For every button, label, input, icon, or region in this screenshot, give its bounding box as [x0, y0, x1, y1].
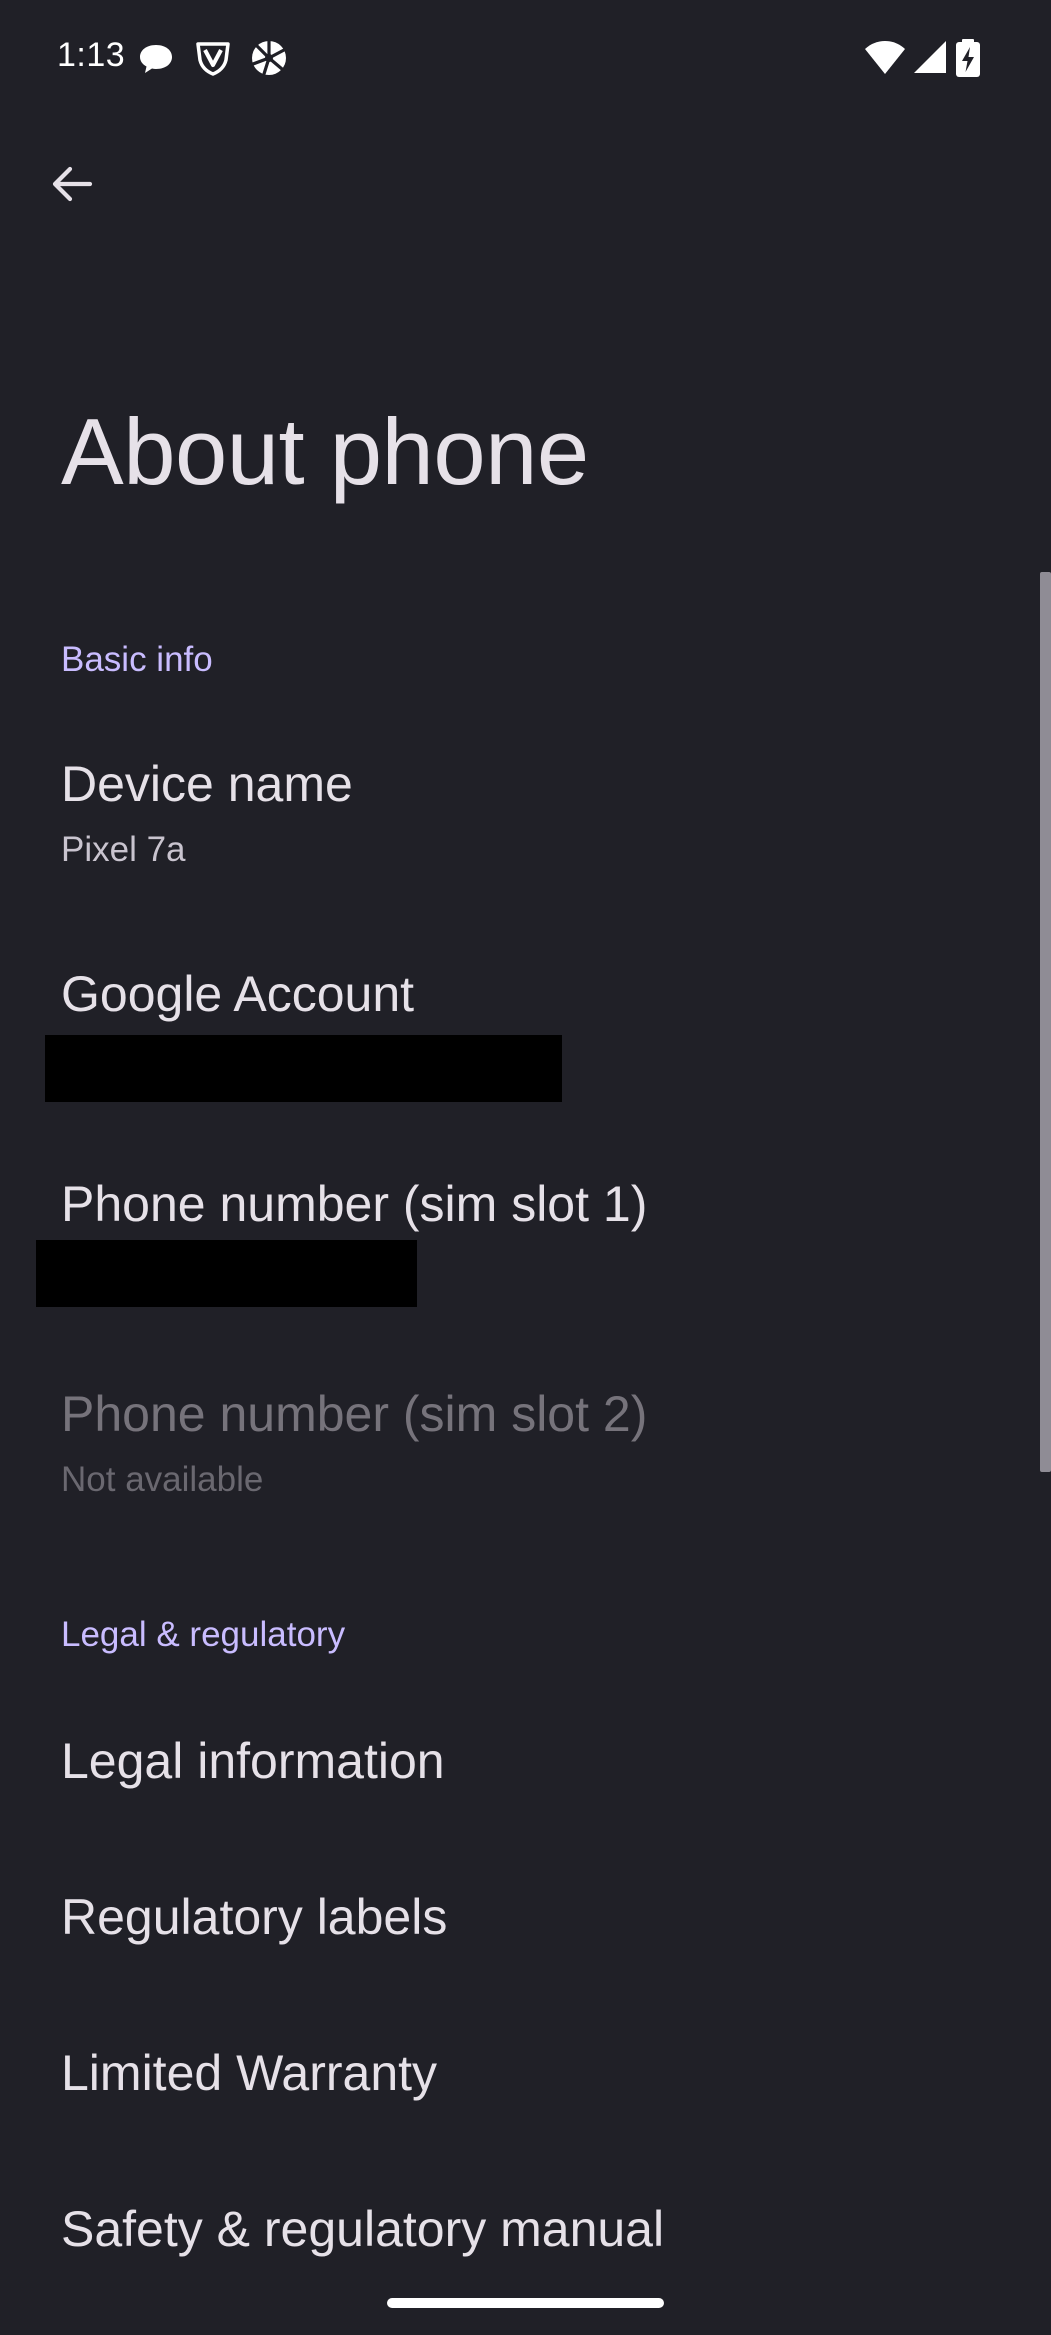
shield-v-icon — [193, 38, 233, 78]
page-title: About phone — [61, 399, 589, 504]
phone-number-sim2-summary: Not available — [61, 1460, 264, 1499]
redacted-phone-number — [36, 1240, 417, 1307]
status-bar: 1:13 — [0, 0, 1051, 110]
aperture-icon — [249, 38, 289, 78]
battery-charging-icon — [953, 38, 983, 78]
legal-information-item[interactable]: Legal information — [0, 1681, 1030, 1837]
scrollbar[interactable] — [1040, 572, 1051, 1472]
device-name-title: Device name — [61, 756, 353, 812]
chat-bubble-icon — [136, 38, 176, 78]
phone-number-sim2-item: Phone number (sim slot 2) Not available — [0, 1337, 1030, 1547]
safety-manual-item[interactable]: Safety & regulatory manual — [0, 2149, 1030, 2299]
safety-manual-title: Safety & regulatory manual — [61, 2201, 665, 2257]
limited-warranty-item[interactable]: Limited Warranty — [0, 1993, 1030, 2149]
regulatory-labels-item[interactable]: Regulatory labels — [0, 1837, 1030, 1993]
arrow-back-icon — [50, 162, 94, 211]
phone-number-sim1-title: Phone number (sim slot 1) — [61, 1176, 648, 1232]
device-name-item[interactable]: Device name Pixel 7a — [0, 725, 1030, 917]
back-button[interactable] — [36, 150, 108, 222]
regulatory-labels-title: Regulatory labels — [61, 1889, 448, 1945]
google-account-title: Google Account — [61, 966, 415, 1022]
legal-information-title: Legal information — [61, 1733, 445, 1789]
section-header-legal: Legal & regulatory — [61, 1615, 346, 1654]
google-account-item[interactable]: Google Account — [0, 917, 1030, 1127]
section-header-basic-info: Basic info — [61, 640, 213, 679]
limited-warranty-title: Limited Warranty — [61, 2045, 438, 2101]
gesture-nav-handle[interactable] — [387, 2298, 664, 2308]
device-name-summary: Pixel 7a — [61, 830, 186, 869]
wifi-icon — [863, 38, 907, 78]
cell-signal-icon — [911, 38, 951, 78]
status-time: 1:13 — [57, 36, 126, 74]
redacted-account-summary — [45, 1035, 562, 1102]
phone-number-sim1-item[interactable]: Phone number (sim slot 1) — [0, 1127, 1030, 1337]
phone-number-sim2-title: Phone number (sim slot 2) — [61, 1386, 648, 1442]
